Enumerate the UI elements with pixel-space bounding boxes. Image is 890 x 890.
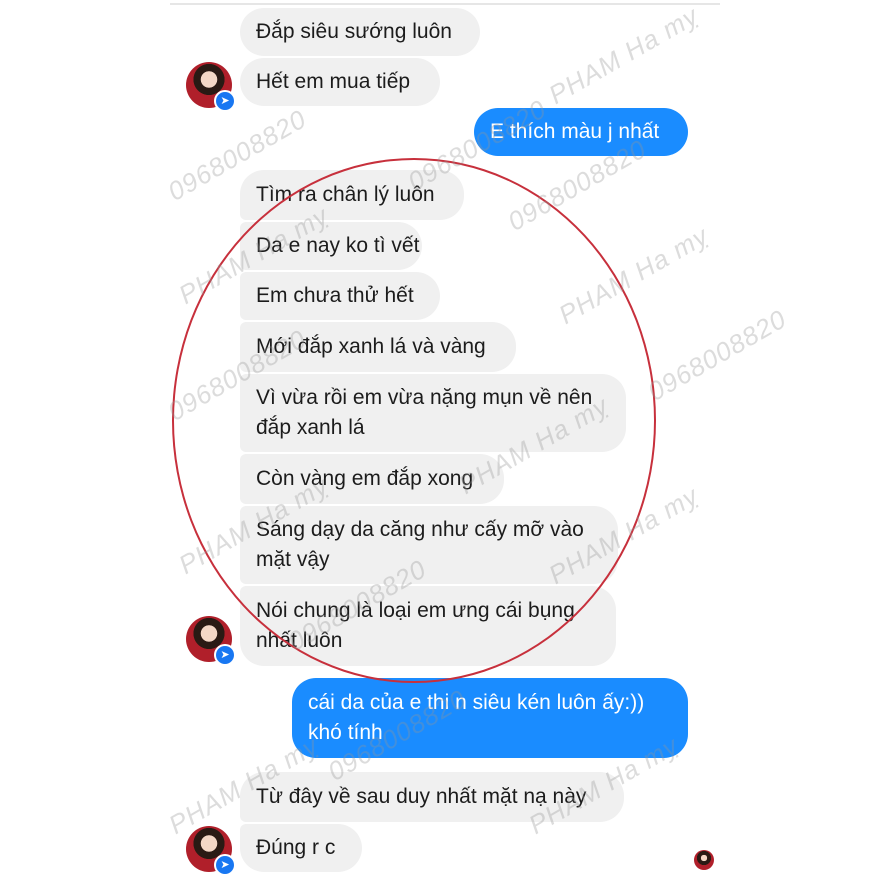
message-bubble[interactable]: Còn vàng em đắp xong [240, 454, 504, 504]
message-bubble[interactable]: Nói chung là loại em ưng cái bụng nhất l… [240, 586, 616, 666]
seen-avatar-icon [694, 850, 714, 870]
message-text-line: khó tính [308, 721, 383, 744]
message-text: Đắp siêu sướng luôn [256, 20, 452, 43]
message-text: Tìm ra chân lý luôn [256, 183, 435, 206]
message-text: Mới đắp xanh lá và vàng [256, 335, 486, 358]
message-bubble[interactable]: E thích màu j nhất [474, 108, 688, 156]
message-text: Hết em mua tiếp [256, 70, 411, 93]
message-text-line: Nói chung là loại em ưng cái bụng [256, 599, 575, 622]
message-bubble[interactable]: Từ đây về sau duy nhất mặt nạ này [240, 772, 624, 822]
message-text: Từ đây về sau duy nhất mặt nạ này [256, 785, 587, 808]
message-text: Còn vàng em đắp xong [256, 467, 474, 490]
messenger-badge-icon: ➤ [214, 854, 236, 876]
message-text-line: đắp xanh lá [256, 416, 365, 439]
message-text: Em chưa thử hết [256, 284, 414, 307]
message-bubble[interactable]: Em chưa thử hết [240, 272, 440, 320]
contact-avatar[interactable]: ➤ [186, 62, 236, 112]
contact-avatar[interactable]: ➤ [186, 616, 236, 666]
top-divider [170, 3, 720, 5]
message-bubble[interactable]: cái da của e thi n siêu kén luôn ấy:)) k… [292, 678, 688, 758]
message-text: Da e nay ko tì vết [256, 234, 420, 257]
messenger-badge-icon: ➤ [214, 90, 236, 112]
message-bubble[interactable]: Đắp siêu sướng luôn [240, 8, 480, 56]
message-text-line: Sáng dạy da căng như cấy mỡ vào [256, 518, 584, 541]
message-bubble[interactable]: Tìm ra chân lý luôn [240, 170, 464, 220]
message-text: E thích màu j nhất [490, 120, 660, 143]
message-text-line: Vì vừa rồi em vừa nặng mụn về nên [256, 386, 593, 409]
message-bubble[interactable]: Hết em mua tiếp [240, 58, 440, 106]
message-text-line: nhất luôn [256, 629, 343, 652]
message-bubble[interactable]: Da e nay ko tì vết [240, 222, 422, 270]
message-bubble[interactable]: Mới đắp xanh lá và vàng [240, 322, 516, 372]
message-bubble[interactable]: Vì vừa rồi em vừa nặng mụn về nên đắp xa… [240, 374, 626, 452]
message-text-line: mặt vậy [256, 548, 330, 571]
message-bubble[interactable]: Đúng r c [240, 824, 362, 872]
message-bubble[interactable]: Sáng dạy da căng như cấy mỡ vào mặt vậy [240, 506, 618, 584]
contact-avatar[interactable]: ➤ [186, 826, 236, 876]
messenger-badge-icon: ➤ [214, 644, 236, 666]
message-text-line: cái da của e thi n siêu kén luôn ấy:)) [308, 691, 645, 714]
message-text: Đúng r c [256, 836, 336, 859]
